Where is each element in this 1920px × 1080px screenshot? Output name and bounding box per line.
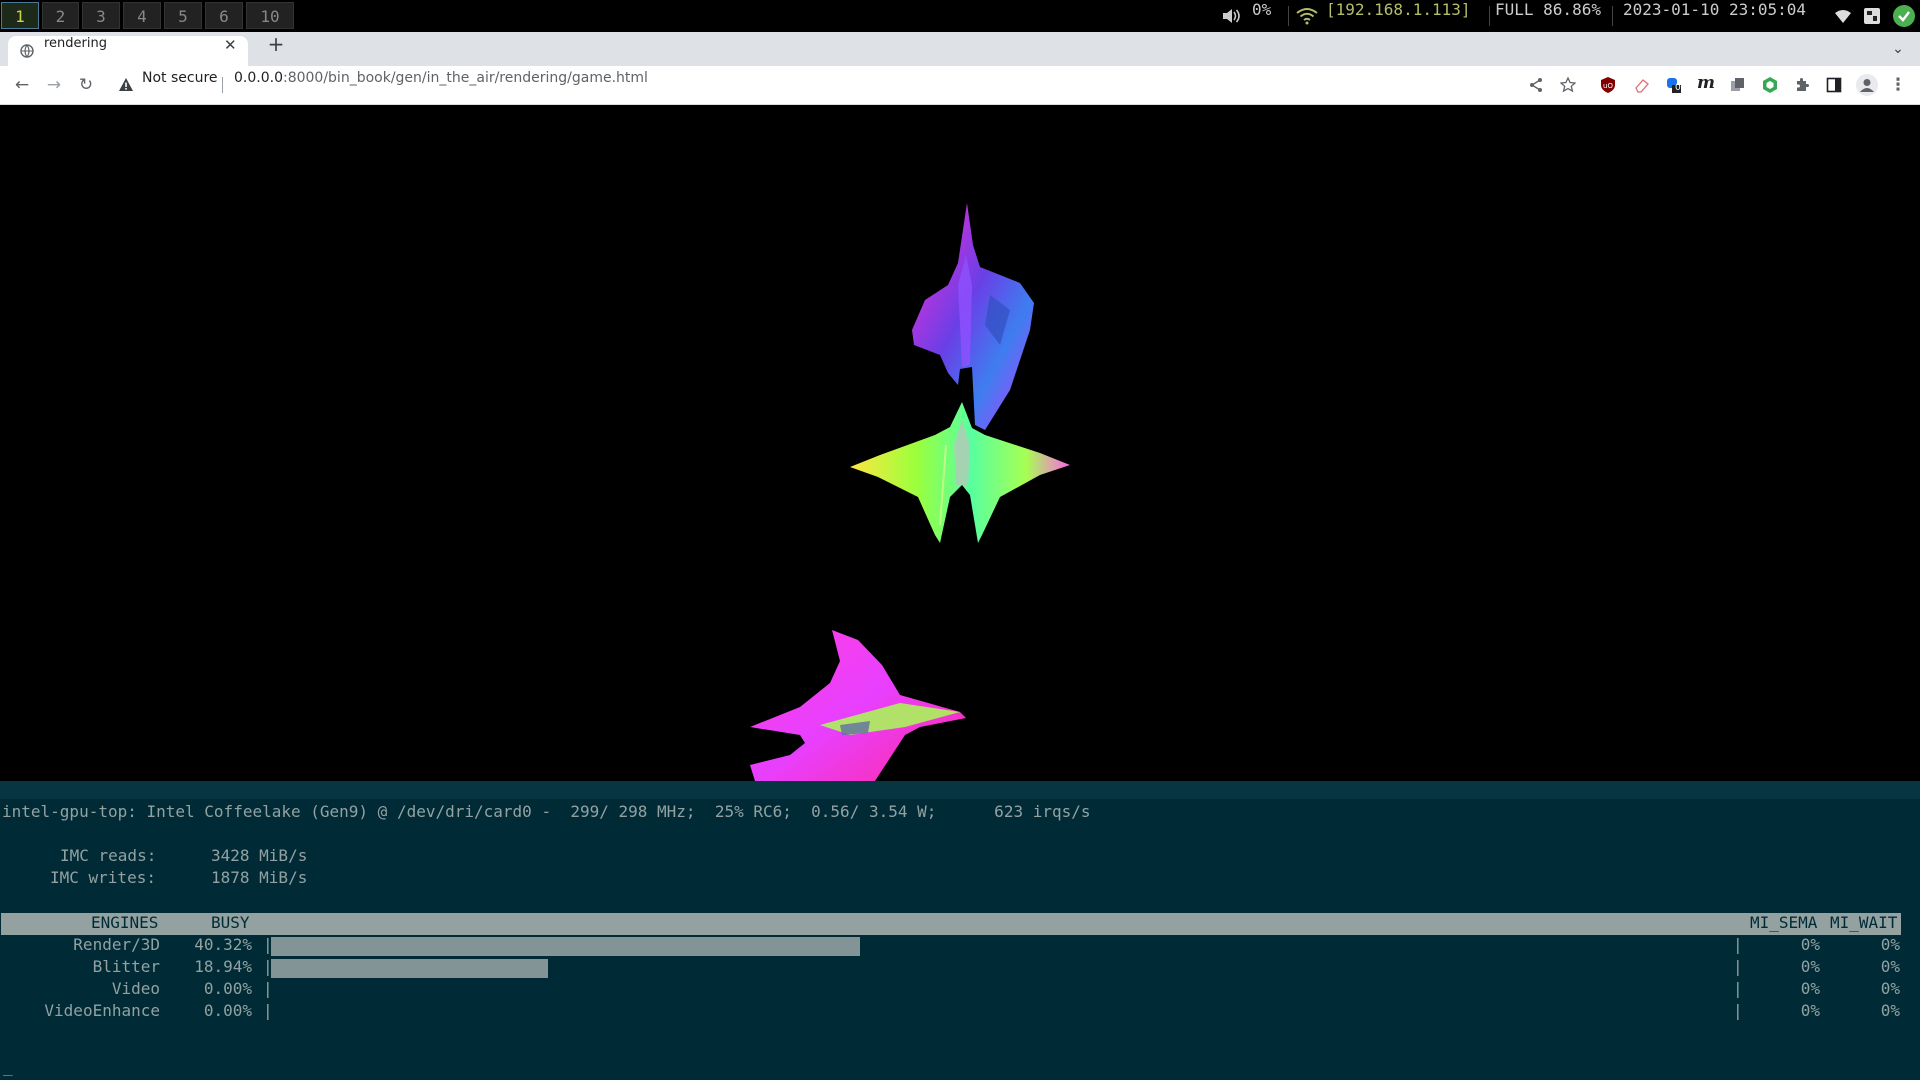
workspace-3-button[interactable]: 3 <box>82 2 120 29</box>
extension-badge-count: 0 <box>1675 83 1681 93</box>
bar-separator <box>1288 6 1289 26</box>
bar-separator <box>1612 6 1613 26</box>
engine-row: Blitter 18.94% | | 0% 0% <box>0 957 1920 979</box>
engine-busy-percent: 40.32% <box>194 935 252 954</box>
hexagon-extension-icon[interactable] <box>1762 77 1778 93</box>
mi-wait-column-header: MI_WAIT <box>1830 913 1898 932</box>
omnibox-divider <box>222 77 223 93</box>
imc-reads-label: IMC reads: <box>60 846 157 865</box>
workspace-1-button[interactable]: 1 <box>1 2 39 29</box>
reload-icon[interactable]: ↻ <box>76 75 96 95</box>
warning-icon[interactable] <box>118 77 134 93</box>
profile-avatar-icon[interactable] <box>1856 74 1878 96</box>
url-path: :8000/bin_book/gen/in_the_air/rendering/… <box>282 70 648 86</box>
chevron-down-icon[interactable]: ⌄ <box>1886 32 1910 66</box>
engine-name: Blitter <box>92 957 160 976</box>
clock: 2023-01-10 23:05:04 <box>1623 0 1807 19</box>
engine-busy-bar <box>271 959 548 978</box>
engine-row: Video 0.00% | | 0% 0% <box>0 979 1920 1001</box>
wifi-tray-icon[interactable] <box>1835 8 1851 24</box>
engine-busy-percent: 18.94% <box>194 957 252 976</box>
spaceship-top <box>912 203 1034 430</box>
mi-sema-column-header: MI_SEMA <box>1750 913 1818 932</box>
bar-separator <box>1489 6 1490 26</box>
imc-writes-value: 1878 MiB/s <box>211 868 308 887</box>
svg-text:uO: uO <box>1603 82 1613 90</box>
engine-mi-sema: 0% <box>1800 935 1820 954</box>
status-bar: 1 2 3 4 5 6 10 0% [192.168.1.113] FULL 8… <box>0 0 1920 32</box>
volume-text: 0% <box>1252 0 1272 19</box>
engine-row: VideoEnhance 0.00% | | 0% 0% <box>0 1001 1920 1023</box>
tab-title: rendering <box>44 36 107 51</box>
bar-right-edge: | <box>1733 935 1743 954</box>
wifi-icon <box>1296 8 1318 25</box>
update-check-icon[interactable] <box>1893 5 1915 27</box>
busy-column-header: BUSY <box>211 913 250 932</box>
engine-mi-wait: 0% <box>1880 1001 1900 1020</box>
engines-header: ENGINES BUSY MI_SEMA MI_WAIT <box>1 913 1901 935</box>
ip-address: [192.168.1.113] <box>1326 0 1471 19</box>
browser-toolbar: ← → ↻ Not secure 0.0.0.0:8000/bin_book/g… <box>0 66 1920 105</box>
engine-mi-sema: 0% <box>1800 979 1820 998</box>
tab-rendering[interactable]: rendering ✕ <box>8 36 248 66</box>
m-extension-icon[interactable]: m <box>1697 73 1715 93</box>
ublock-shield-icon[interactable]: uO <box>1600 77 1616 93</box>
workspace-6-button[interactable]: 6 <box>205 2 243 29</box>
gpu-summary-line: intel-gpu-top: Intel Coffeelake (Gen9) @… <box>2 802 1091 821</box>
battery-status: FULL 86.86% <box>1495 0 1601 19</box>
globe-icon <box>20 44 34 58</box>
bar-left-edge: | <box>263 979 273 998</box>
speaker-icon <box>1223 9 1240 23</box>
terminal-cursor: _ <box>3 1057 13 1076</box>
spaceship-bottom <box>750 630 966 781</box>
engine-busy-percent: 0.00% <box>203 1001 252 1020</box>
workspace-4-button[interactable]: 4 <box>123 2 161 29</box>
url-host: 0.0.0.0 <box>234 70 283 86</box>
terminal-window[interactable]: intel-gpu-top: Intel Coffeelake (Gen9) @… <box>0 781 1920 1080</box>
bar-right-edge: | <box>1733 957 1743 976</box>
spaceships-scene <box>750 203 1070 781</box>
terminal-top-band <box>0 781 1920 799</box>
spaceship-middle <box>850 402 1070 543</box>
bar-left-edge: | <box>263 1001 273 1020</box>
eraser-icon[interactable] <box>1634 77 1650 93</box>
engine-mi-sema: 0% <box>1800 1001 1820 1020</box>
workspace-10-button[interactable]: 10 <box>246 2 294 29</box>
workspace-5-button[interactable]: 5 <box>164 2 202 29</box>
game-canvas[interactable] <box>0 105 1920 781</box>
new-tab-button[interactable]: + <box>262 32 290 66</box>
url-text[interactable]: 0.0.0.0:8000/bin_book/gen/in_the_air/ren… <box>234 70 648 86</box>
address-bar[interactable]: Not secure 0.0.0.0:8000/bin_book/gen/in_… <box>108 70 1592 100</box>
imc-writes-label: IMC writes: <box>50 868 156 887</box>
engine-mi-wait: 0% <box>1880 957 1900 976</box>
copy-tabs-icon[interactable] <box>1730 77 1746 93</box>
puzzle-extensions-icon[interactable] <box>1794 77 1810 93</box>
bookmark-star-icon[interactable] <box>1560 77 1576 93</box>
bar-right-edge: | <box>1733 979 1743 998</box>
imc-reads-value: 3428 MiB/s <box>211 846 308 865</box>
engine-mi-sema: 0% <box>1800 957 1820 976</box>
close-tab-icon[interactable]: ✕ <box>224 36 237 54</box>
back-arrow-icon[interactable]: ← <box>12 75 32 95</box>
security-label[interactable]: Not secure <box>142 70 218 86</box>
engine-busy-bar <box>271 937 860 956</box>
app-tray-icon[interactable] <box>1864 8 1880 24</box>
share-icon[interactable] <box>1528 77 1544 93</box>
engine-mi-wait: 0% <box>1880 979 1900 998</box>
engine-mi-wait: 0% <box>1880 935 1900 954</box>
engine-name: Video <box>111 979 160 998</box>
engines-column-header: ENGINES <box>91 913 159 932</box>
forward-arrow-icon[interactable]: → <box>44 75 64 95</box>
bar-right-edge: | <box>1733 1001 1743 1020</box>
engine-row: Render/3D 40.32% | | 0% 0% <box>0 935 1920 957</box>
workspace-2-button[interactable]: 2 <box>42 2 79 29</box>
engine-name: Render/3D <box>73 935 160 954</box>
engine-busy-percent: 0.00% <box>203 979 252 998</box>
side-panel-icon[interactable] <box>1826 77 1842 93</box>
engine-name: VideoEnhance <box>44 1001 160 1020</box>
kebab-menu-icon[interactable]: ⋮ <box>1888 75 1908 95</box>
